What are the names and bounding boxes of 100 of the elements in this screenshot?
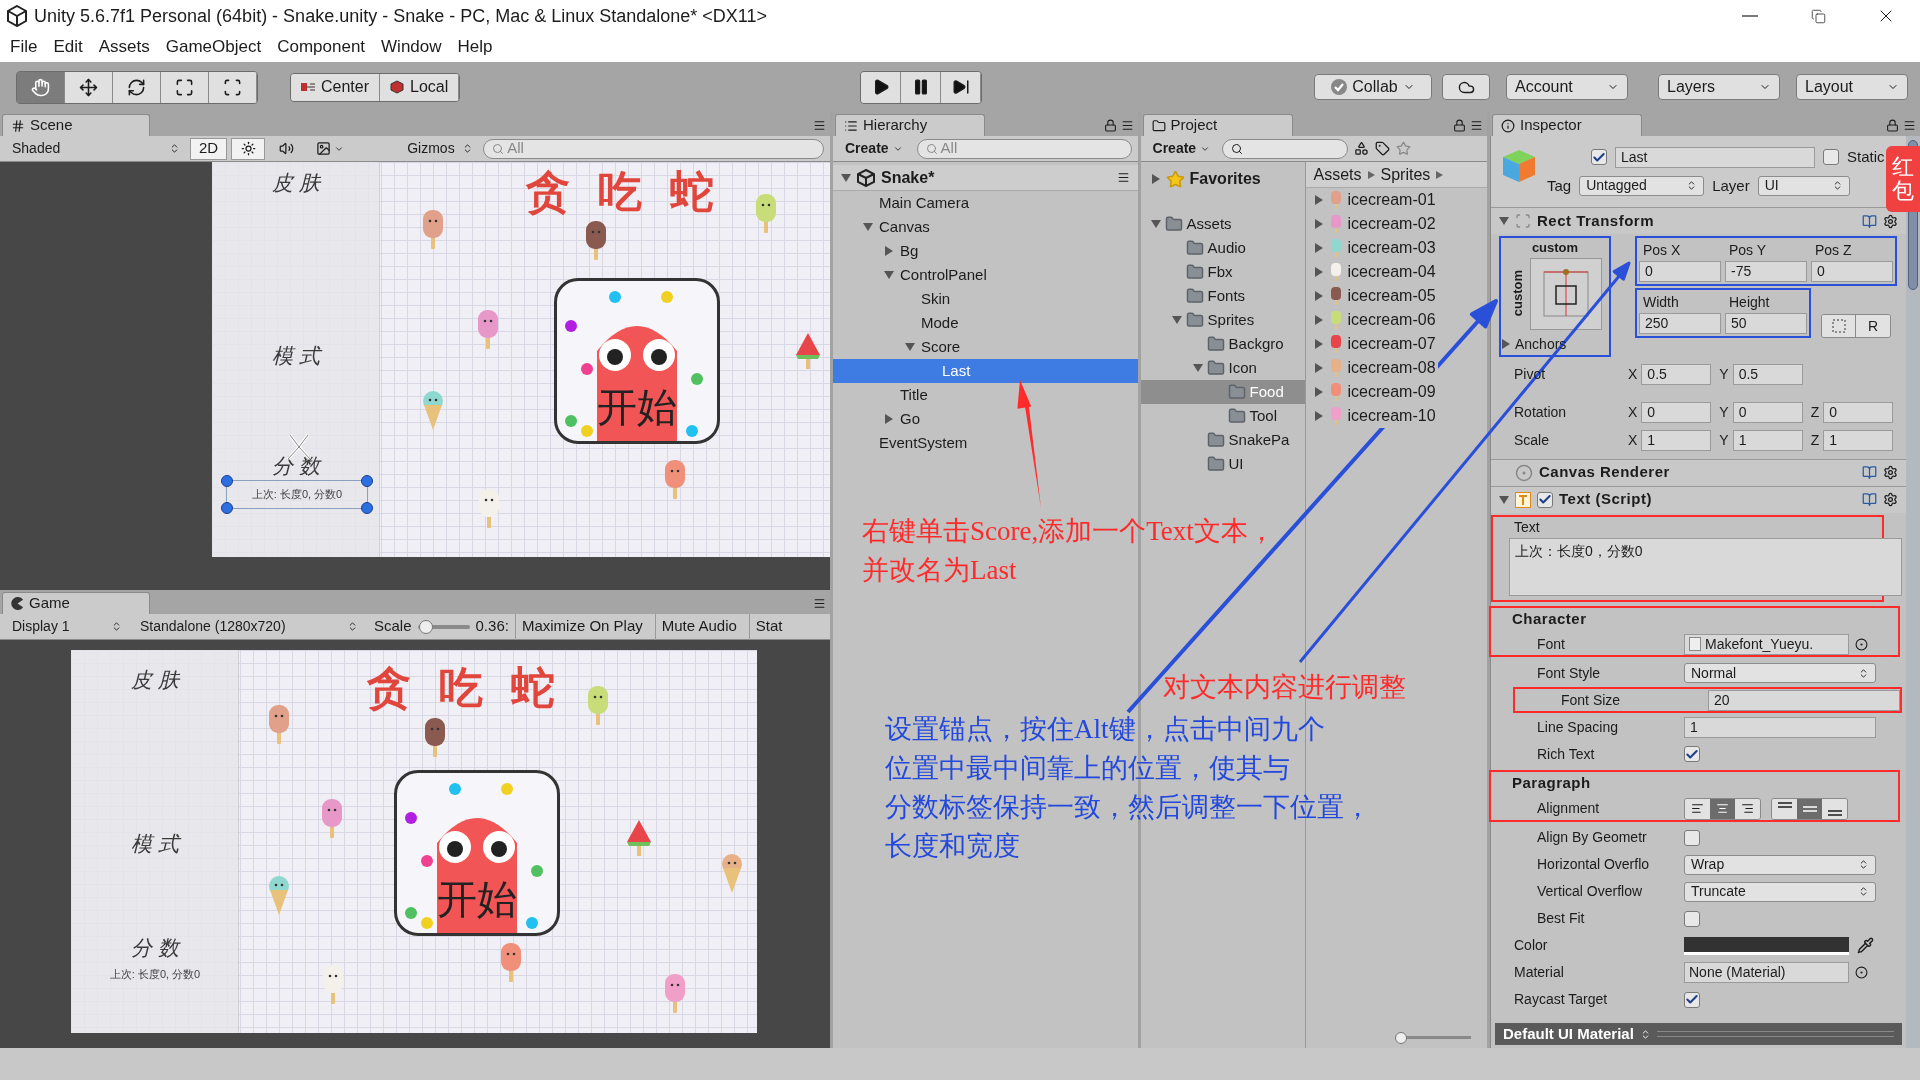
- tree-item[interactable]: Mode: [833, 311, 1138, 335]
- checkbox[interactable]: [1684, 910, 1700, 927]
- checkbox[interactable]: [1684, 991, 1700, 1008]
- menu-icon[interactable]: [813, 597, 826, 610]
- pivot-button[interactable]: Local: [380, 73, 460, 101]
- tree-item[interactable]: Score: [833, 335, 1138, 359]
- triangle-icon[interactable]: [1313, 387, 1324, 397]
- lock-icon[interactable]: [1453, 119, 1466, 132]
- tree-item[interactable]: Bg: [833, 239, 1138, 263]
- breadcrumb-link[interactable]: Assets: [1313, 162, 1362, 187]
- tree-item[interactable]: Tool: [1140, 404, 1305, 428]
- triangle-icon[interactable]: [1192, 363, 1203, 373]
- triangle-icon[interactable]: [1313, 219, 1324, 229]
- input-field[interactable]: 1: [1823, 430, 1894, 451]
- toggle-button[interactable]: Mute Audio: [654, 613, 743, 640]
- tool-button[interactable]: [113, 71, 161, 103]
- name-field[interactable]: Last: [1615, 146, 1815, 168]
- input-field[interactable]: 0: [1823, 402, 1894, 423]
- menu-icon[interactable]: [813, 119, 826, 132]
- input-field[interactable]: 0: [1639, 261, 1721, 282]
- tag-icon[interactable]: [1375, 141, 1391, 156]
- menu-item[interactable]: File: [2, 34, 46, 60]
- checkbox[interactable]: [1684, 829, 1700, 846]
- icon-size-slider[interactable]: [1395, 1032, 1471, 1044]
- tag-dropdown[interactable]: Untagged: [1579, 175, 1705, 196]
- tree-item[interactable]: Sprites: [1140, 308, 1305, 332]
- help-icon[interactable]: [1862, 465, 1877, 480]
- tree-item[interactable]: Favorites: [1140, 166, 1305, 192]
- resolution-dropdown[interactable]: Standalone (1280x720): [134, 616, 364, 637]
- collab-button[interactable]: Collab: [1314, 74, 1432, 100]
- shading-dropdown[interactable]: Shaded: [6, 138, 186, 159]
- triangle-icon[interactable]: [1313, 315, 1324, 325]
- start-button[interactable]: 开始: [554, 278, 720, 444]
- shapes-icon[interactable]: [1354, 141, 1370, 156]
- blueprint-mode-button[interactable]: [1822, 315, 1856, 337]
- help-icon[interactable]: [1862, 492, 1877, 507]
- align-button[interactable]: [1685, 798, 1710, 819]
- tree-item[interactable]: Assets: [1140, 212, 1305, 236]
- display-dropdown[interactable]: Display 1: [6, 616, 128, 637]
- anchor-preset-button[interactable]: [1529, 257, 1602, 330]
- menu-item[interactable]: Assets: [90, 34, 158, 60]
- input-field[interactable]: 1: [1732, 430, 1803, 451]
- play-button[interactable]: [861, 71, 901, 103]
- menu-item[interactable]: Window: [373, 34, 450, 60]
- 2d-toggle[interactable]: 2D: [190, 137, 228, 160]
- dropdown[interactable]: Normal: [1684, 663, 1876, 683]
- promo-badge[interactable]: 红包: [1886, 146, 1920, 212]
- input-field[interactable]: 50: [1725, 313, 1807, 334]
- eyedropper-icon[interactable]: [1857, 937, 1874, 954]
- lock-icon[interactable]: [1103, 119, 1117, 132]
- triangle-icon[interactable]: [1313, 243, 1324, 253]
- input-field[interactable]: 0: [1732, 402, 1803, 423]
- align-button[interactable]: [1710, 798, 1735, 819]
- menu-item[interactable]: GameObject: [157, 34, 270, 60]
- tree-item[interactable]: Audio: [1140, 236, 1305, 260]
- input-field[interactable]: 250: [1639, 313, 1721, 334]
- step-button[interactable]: [941, 71, 981, 103]
- layout-dropdown[interactable]: Layout: [1796, 74, 1908, 100]
- input-field[interactable]: 0: [1811, 261, 1893, 282]
- menu-icon[interactable]: [1470, 119, 1483, 132]
- align-button[interactable]: [1797, 798, 1822, 819]
- triangle-icon[interactable]: [1313, 267, 1324, 277]
- toggle-button[interactable]: Stat: [748, 613, 789, 640]
- breadcrumb-link[interactable]: Sprites: [1380, 162, 1431, 187]
- settings-icon[interactable]: [1883, 465, 1898, 480]
- triangle-icon[interactable]: [1313, 339, 1324, 349]
- input-field[interactable]: -75: [1725, 261, 1807, 282]
- align-button[interactable]: [1735, 798, 1760, 819]
- pause-button[interactable]: [901, 71, 941, 103]
- tree-item[interactable]: Title: [833, 383, 1138, 407]
- panel-tab[interactable]: Scene: [2, 114, 150, 136]
- tree-item[interactable]: Backgro: [1140, 332, 1305, 356]
- lighting-toggle[interactable]: [231, 137, 266, 160]
- checkbox[interactable]: [1823, 149, 1839, 166]
- triangle-icon[interactable]: [1150, 219, 1161, 229]
- tree-item[interactable]: Canvas: [833, 215, 1138, 239]
- dropdown[interactable]: Truncate: [1684, 881, 1876, 902]
- triangle-icon[interactable]: [1171, 315, 1182, 325]
- raw-edit-button[interactable]: R: [1856, 315, 1890, 337]
- tree-item[interactable]: UI: [1140, 452, 1305, 476]
- triangle-icon[interactable]: [1313, 363, 1324, 373]
- object-field[interactable]: Makefont_Yueyu.: [1684, 633, 1849, 655]
- create-dropdown[interactable]: Create: [1146, 137, 1217, 160]
- triangle-icon[interactable]: [1313, 195, 1324, 205]
- text-area[interactable]: 上次：长度0，分数0: [1509, 537, 1902, 596]
- star-icon[interactable]: [1396, 141, 1412, 156]
- dropdown[interactable]: Wrap: [1684, 854, 1876, 875]
- tree-item[interactable]: Go: [833, 407, 1138, 431]
- tree-item[interactable]: Fonts: [1140, 284, 1305, 308]
- align-button[interactable]: [1772, 798, 1797, 819]
- input-field[interactable]: 1: [1684, 716, 1876, 738]
- checkbox[interactable]: [1537, 491, 1553, 508]
- gizmos-dropdown[interactable]: Gizmos: [401, 138, 480, 159]
- input-field[interactable]: 0.5: [1732, 364, 1803, 385]
- layer-dropdown[interactable]: UI: [1757, 175, 1850, 196]
- panel-tab[interactable]: Inspector: [1492, 114, 1642, 136]
- triangle-icon[interactable]: [1499, 216, 1509, 226]
- input-field[interactable]: 0.5: [1641, 364, 1712, 385]
- tool-button[interactable]: [65, 71, 113, 103]
- tree-item[interactable]: Last: [833, 359, 1138, 383]
